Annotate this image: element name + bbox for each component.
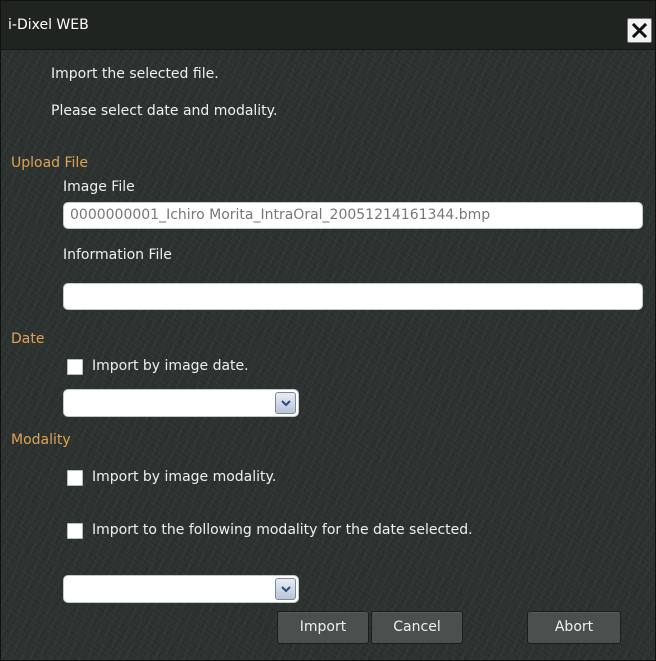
import-by-date-row[interactable]: Import by image date.: [67, 358, 327, 376]
import-dialog: i-Dixel WEB Import the selected file. Pl…: [0, 0, 656, 661]
modality-select-arrow[interactable]: [275, 578, 296, 600]
date-section-label: Date: [11, 331, 45, 347]
window-title: i-Dixel WEB: [8, 17, 89, 33]
date-select[interactable]: [63, 389, 299, 417]
cancel-button[interactable]: Cancel: [371, 611, 463, 644]
import-by-date-label: Import by image date.: [92, 358, 249, 374]
image-file-field[interactable]: 0000000001_Ichiro Morita_IntraOral_20051…: [63, 202, 643, 229]
close-button[interactable]: [627, 18, 652, 43]
close-icon: [632, 23, 647, 38]
import-to-following-modality-checkbox[interactable]: [67, 523, 83, 539]
abort-button[interactable]: Abort: [527, 611, 621, 644]
intro-line-2: Please select date and modality.: [51, 103, 278, 119]
title-bar: i-Dixel WEB: [1, 1, 655, 50]
upload-section-label: Upload File: [11, 155, 88, 171]
image-file-label: Image File: [63, 179, 135, 195]
import-to-following-modality-label: Import to the following modality for the…: [92, 522, 473, 538]
modality-select[interactable]: [63, 575, 299, 603]
modality-section-label: Modality: [11, 432, 71, 448]
chevron-down-icon: [281, 400, 291, 407]
import-to-following-modality-row[interactable]: Import to the following modality for the…: [67, 522, 567, 540]
import-by-date-checkbox[interactable]: [67, 359, 83, 375]
information-file-label: Information File: [63, 247, 172, 263]
information-file-field[interactable]: [63, 283, 643, 310]
chevron-down-icon: [281, 586, 291, 593]
import-by-modality-checkbox[interactable]: [67, 470, 83, 486]
import-by-modality-row[interactable]: Import by image modality.: [67, 469, 367, 487]
date-select-arrow[interactable]: [275, 392, 296, 414]
import-button[interactable]: Import: [277, 611, 369, 644]
intro-line-1: Import the selected file.: [51, 66, 219, 82]
import-by-modality-label: Import by image modality.: [92, 469, 277, 485]
